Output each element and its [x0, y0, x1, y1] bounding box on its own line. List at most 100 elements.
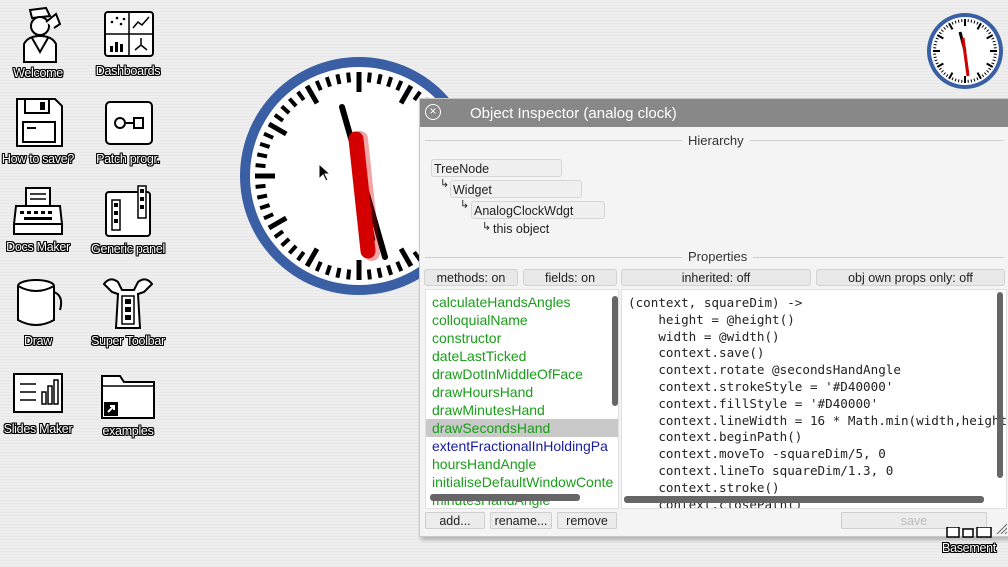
toggle-own-props-only[interactable]: obj own props only: off	[816, 269, 1005, 286]
object-inspector-window[interactable]: × Object Inspector (analog clock) Hierar…	[419, 98, 1008, 537]
desktop-icon-draw[interactable]: Draw	[0, 276, 78, 350]
welcome-person-icon	[23, 6, 62, 63]
property-list-horizontal-scrollbar[interactable]	[430, 494, 580, 501]
clock-tick	[993, 43, 997, 46]
code-line: height = @height()	[628, 311, 795, 327]
property-list-vertical-scrollbar[interactable]	[612, 296, 618, 406]
desktop-icon-label: Welcome	[13, 66, 63, 80]
toggle-methods[interactable]: methods: on	[424, 269, 518, 286]
clock-tick	[335, 73, 342, 85]
desktop-icon-label: Dashboards	[95, 64, 161, 78]
typewriter-icon	[12, 187, 64, 235]
toggle-inherited[interactable]: inherited: off	[621, 269, 811, 286]
code-line: context.fillStyle = '#D40000'	[628, 395, 879, 411]
desktop-icon-label: Draw	[24, 334, 52, 348]
property-list[interactable]: calculateHandsAngles colloquialName constr…	[425, 289, 619, 509]
desktop-icon-label: Generic panel	[91, 242, 165, 256]
desktop-icon-docs-maker[interactable]: Docs Maker	[0, 186, 78, 256]
property-item[interactable]: drawSecondsHand	[426, 419, 618, 437]
hierarchy-node-analogclockwdgt[interactable]: AnalogClockWdgt	[471, 201, 605, 219]
property-item[interactable]: constructor	[426, 329, 618, 347]
add-button[interactable]: add...	[425, 512, 485, 529]
slides-icon	[13, 373, 63, 413]
code-line: (context, squareDim) ->	[628, 295, 803, 310]
clock-tick	[346, 269, 352, 280]
desktop-icon-welcome[interactable]: Welcome	[0, 4, 78, 82]
clock-tick	[335, 267, 342, 279]
property-item[interactable]: dateLastTicked	[426, 347, 618, 365]
code-line: width = @width()	[628, 328, 780, 344]
close-icon[interactable]: ×	[425, 104, 441, 120]
desktop-icon-dashboards[interactable]: Dashboards	[88, 8, 168, 80]
desktop-icon-basement[interactable]: Basement	[930, 527, 1008, 557]
desktop-icon-examples[interactable]: examples	[88, 368, 168, 440]
clock-tick	[376, 73, 383, 85]
desktop-icon-label: How to save?	[1, 152, 75, 166]
tree-arrow-icon: ↳	[440, 178, 450, 190]
code-line: context.save()	[628, 345, 765, 361]
code-line: context.stroke()	[628, 479, 780, 495]
hierarchy-heading: Hierarchy	[682, 133, 750, 148]
small-analog-clock[interactable]	[922, 10, 1008, 92]
code-vertical-scrollbar[interactable]	[997, 292, 1003, 478]
toggle-fields[interactable]: fields: on	[523, 269, 617, 286]
clock-tick	[256, 193, 268, 200]
clock-tick	[957, 79, 960, 83]
desktop-icon-label: Basement	[942, 541, 996, 555]
code-lines: (context, squareDim) -> height = @height…	[622, 290, 1007, 508]
code-line: context.moveTo -squareDim/5, 0	[628, 446, 886, 462]
property-item[interactable]: hoursHandAngle	[426, 455, 618, 473]
basement-icon	[946, 527, 992, 538]
property-item[interactable]: drawMinutesHand	[426, 401, 618, 419]
clock-tick	[366, 72, 372, 83]
inspector-title: Object Inspector (analog clock)	[470, 105, 677, 122]
property-item[interactable]: initialiseDefaultWindowConte	[426, 473, 618, 491]
clock-tick	[933, 56, 937, 59]
clock-tick	[933, 43, 937, 46]
code-line: context.lineWidth = 16 * Math.min(width,…	[628, 412, 1007, 428]
code-editor[interactable]: (context, squareDim) -> height = @height…	[621, 289, 1007, 509]
patch-program-icon	[105, 101, 153, 145]
code-line: context.beginPath()	[628, 429, 803, 445]
remove-button[interactable]: remove	[557, 512, 617, 529]
desktop-icon-slides-maker[interactable]: Slides Maker	[0, 368, 78, 438]
desktop-icon-label: Docs Maker	[6, 240, 70, 254]
code-line: context.rotate @secondsHandAngle	[628, 362, 901, 378]
hierarchy-node-treenode[interactable]: TreeNode	[431, 159, 562, 177]
property-item[interactable]: drawDotInMiddleOfFace	[426, 365, 618, 383]
mouse-cursor-icon	[318, 163, 332, 182]
hierarchy-node-this-object[interactable]: this object	[493, 222, 549, 236]
desktop-icon-label: Patch progr.	[96, 152, 160, 166]
clock-tick	[366, 269, 372, 280]
tree-arrow-icon: ↳	[482, 221, 492, 233]
code-line: context.strokeStyle = '#D40000'	[628, 378, 894, 394]
clock-tick	[346, 72, 352, 83]
dashboard-icon	[104, 11, 154, 57]
property-item[interactable]: calculateHandsAngles	[426, 293, 618, 311]
desktop-icon-label: Slides Maker	[3, 422, 73, 436]
clock-tick	[957, 19, 960, 23]
desktop-icon-super-toolbar[interactable]: Super Toolbar	[88, 274, 168, 350]
property-item[interactable]: extentFractionalInHoldingPa	[426, 437, 618, 455]
floppy-disk-icon	[16, 98, 63, 147]
paint-bucket-icon	[17, 279, 63, 326]
property-item[interactable]: colloquialName	[426, 311, 618, 329]
property-items: calculateHandsAngles colloquialName constr…	[426, 290, 618, 508]
desktop-icon-label: examples	[102, 424, 154, 438]
desktop-icon-generic-panel[interactable]: Generic panel	[88, 184, 168, 258]
inspector-title-bar[interactable]: × Object Inspector (analog clock)	[420, 99, 1008, 127]
super-toolbar-icon	[102, 278, 154, 329]
tree-arrow-icon: ↳	[460, 199, 470, 211]
rename-button[interactable]: rename...	[490, 512, 552, 529]
code-horizontal-scrollbar[interactable]	[624, 496, 984, 503]
hierarchy-node-widget[interactable]: Widget	[450, 180, 582, 198]
properties-heading: Properties	[682, 249, 754, 264]
clock-tick	[255, 163, 266, 169]
clock-tick	[255, 183, 266, 189]
clock-tick	[970, 19, 973, 23]
desktop-icon-how-to-save[interactable]: How to save?	[0, 96, 78, 168]
clock-tick	[970, 79, 973, 83]
clock-tick	[993, 56, 997, 59]
property-item[interactable]: drawHoursHand	[426, 383, 618, 401]
desktop-icon-patch-progr[interactable]: Patch progr.	[88, 98, 168, 168]
